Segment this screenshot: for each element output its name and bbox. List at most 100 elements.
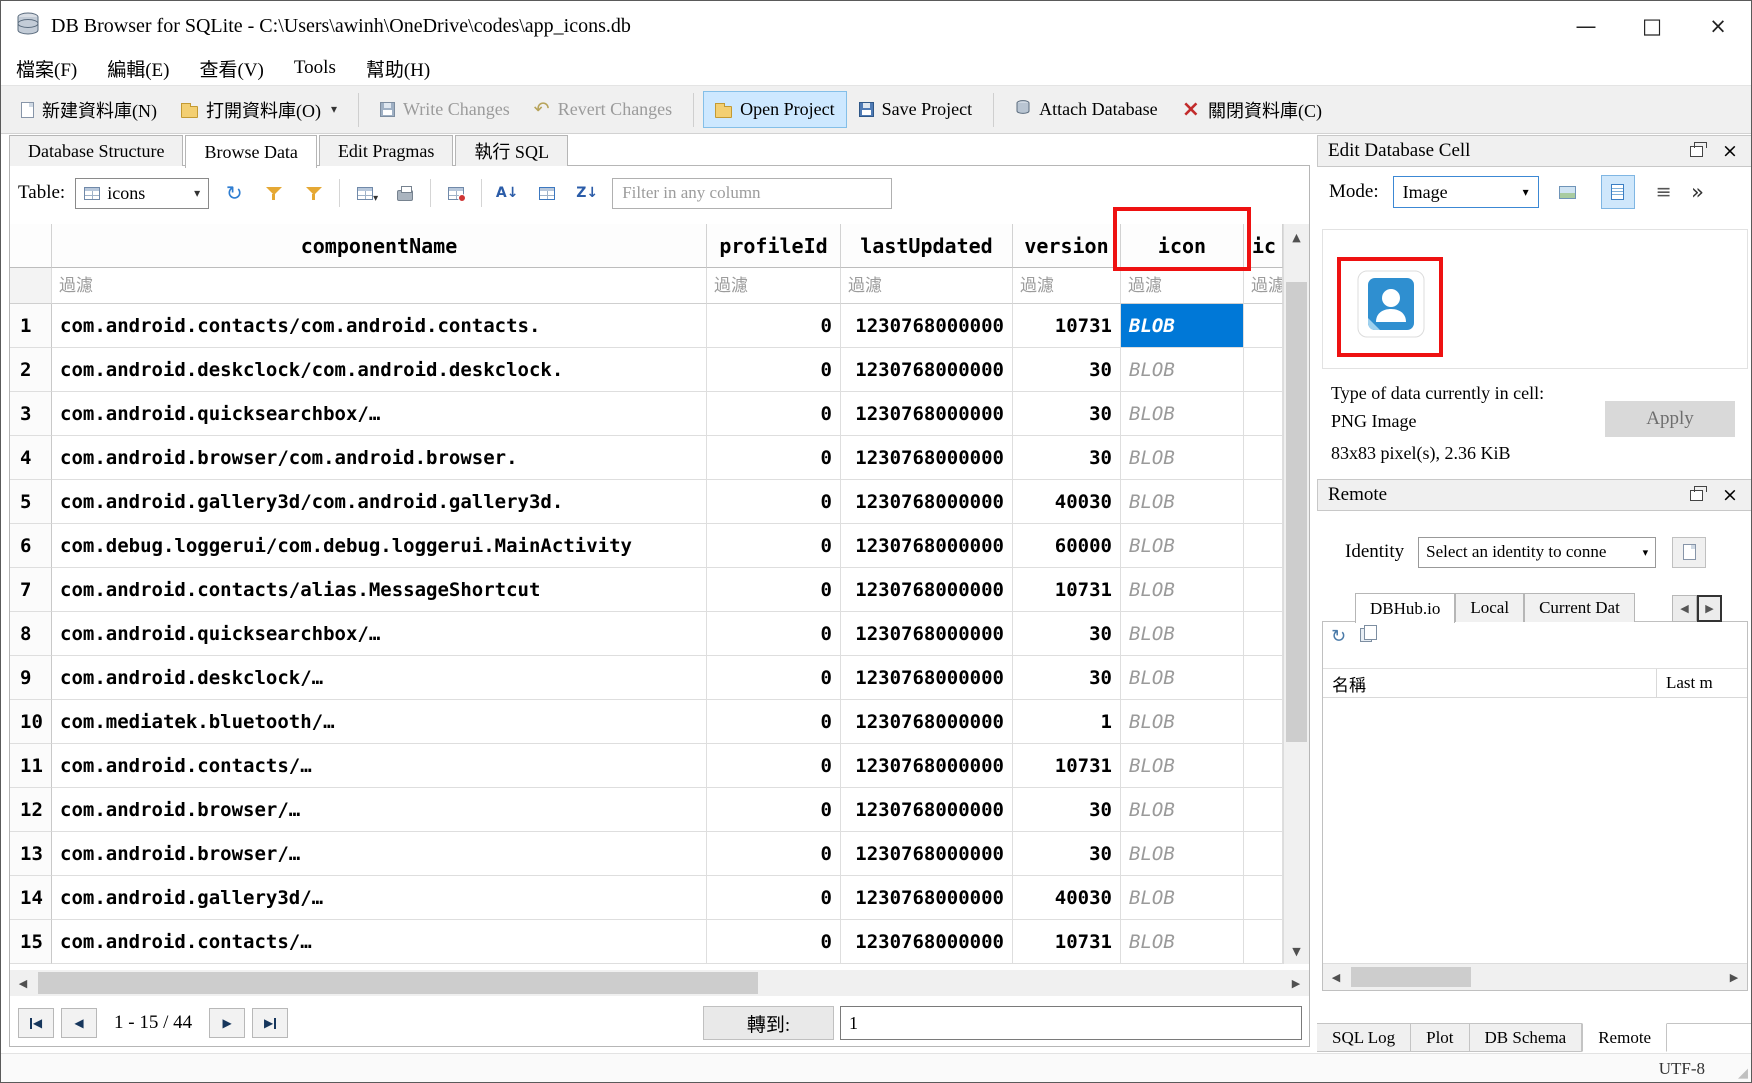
table-row[interactable]: 8com.android.quicksearchbox/…01230768000… [10, 612, 1309, 656]
tab-remote[interactable]: Remote [1582, 1023, 1667, 1052]
cell-lastUpdated[interactable]: 1230768000000 [841, 392, 1013, 436]
save-project-button[interactable]: Save Project [847, 91, 984, 128]
first-record-button[interactable]: ◀ [18, 1008, 54, 1038]
identity-select[interactable]: Select an identity to conne ▾ [1418, 537, 1656, 568]
table-row[interactable]: 7com.android.contacts/alias.MessageShort… [10, 568, 1309, 612]
row-number[interactable]: 7 [10, 568, 52, 612]
cell-componentName[interactable]: com.android.contacts/… [52, 744, 707, 788]
column-header-version[interactable]: version [1013, 224, 1121, 268]
table-row[interactable]: 6com.debug.loggerui/com.debug.loggerui.M… [10, 524, 1309, 568]
close-button[interactable]: × [1685, 1, 1751, 51]
write-changes-button[interactable]: Write Changes [368, 91, 522, 128]
cell-icon[interactable]: BLOB [1121, 876, 1244, 920]
cell-profileId[interactable]: 0 [707, 832, 841, 876]
goto-record-input[interactable] [840, 1006, 1302, 1040]
cell-lastUpdated[interactable]: 1230768000000 [841, 480, 1013, 524]
text-view-button[interactable] [1601, 175, 1635, 209]
apply-button[interactable]: Apply [1605, 401, 1735, 437]
cell-version[interactable]: 60000 [1013, 524, 1121, 568]
tab-browse-data[interactable]: Browse Data [185, 135, 316, 168]
next-record-button[interactable]: ▶ [209, 1008, 245, 1038]
chevron-down-icon[interactable]: ▾ [331, 102, 337, 117]
cell-version[interactable]: 30 [1013, 392, 1121, 436]
menu-edit[interactable]: 編輯(E) [92, 51, 184, 85]
row-number[interactable]: 5 [10, 480, 52, 524]
last-record-button[interactable]: ▶ [252, 1008, 288, 1038]
table-row[interactable]: 1com.android.contacts/com.android.contac… [10, 304, 1309, 348]
cell-partial[interactable] [1244, 700, 1283, 744]
row-number[interactable]: 4 [10, 436, 52, 480]
remote-scrollbar-thumb[interactable] [1351, 967, 1471, 987]
cell-profileId[interactable]: 0 [707, 656, 841, 700]
cell-profileId[interactable]: 0 [707, 876, 841, 920]
column-header-icon[interactable]: icon [1121, 224, 1244, 268]
cell-partial[interactable] [1244, 304, 1283, 348]
cell-lastUpdated[interactable]: 1230768000000 [841, 700, 1013, 744]
cell-icon[interactable]: BLOB [1121, 788, 1244, 832]
cell-version[interactable]: 30 [1013, 612, 1121, 656]
cell-partial[interactable] [1244, 392, 1283, 436]
attach-database-button[interactable]: Attach Database [1003, 91, 1169, 128]
resize-grip-icon[interactable]: ◢ [1738, 1066, 1748, 1081]
scroll-up-icon[interactable]: ▲ [1284, 224, 1309, 250]
cell-lastUpdated[interactable]: 1230768000000 [841, 304, 1013, 348]
global-filter-input[interactable] [612, 178, 892, 209]
delete-record-button[interactable] [441, 178, 471, 208]
close-panel-button[interactable]: × [1718, 139, 1742, 163]
row-number[interactable]: 2 [10, 348, 52, 392]
goto-record-button[interactable]: 轉到: [703, 1006, 834, 1040]
tab-edit-pragmas[interactable]: Edit Pragmas [319, 135, 454, 166]
word-wrap-button[interactable]: ≡ [1647, 175, 1681, 209]
cell-version[interactable]: 10731 [1013, 304, 1121, 348]
cell-lastUpdated[interactable]: 1230768000000 [841, 920, 1013, 964]
menu-help[interactable]: 幫助(H) [351, 51, 445, 85]
cell-icon[interactable]: BLOB [1121, 304, 1244, 348]
table-row[interactable]: 10com.mediatek.bluetooth/…01230768000000… [10, 700, 1309, 744]
cell-icon[interactable]: BLOB [1121, 524, 1244, 568]
row-number[interactable]: 6 [10, 524, 52, 568]
undock-panel-button[interactable] [1684, 139, 1708, 163]
cell-profileId[interactable]: 0 [707, 568, 841, 612]
cell-profileId[interactable]: 0 [707, 304, 841, 348]
column-header-profileId[interactable]: profileId [707, 224, 841, 268]
cell-componentName[interactable]: com.android.deskclock/… [52, 656, 707, 700]
cell-lastUpdated[interactable]: 1230768000000 [841, 348, 1013, 392]
menu-file[interactable]: 檔案(F) [1, 51, 92, 85]
filter-input-lastUpdated[interactable] [841, 268, 1012, 303]
cell-partial[interactable] [1244, 480, 1283, 524]
more-tools-button[interactable]: » [1681, 175, 1715, 209]
cell-profileId[interactable]: 0 [707, 700, 841, 744]
remote-horizontal-scrollbar[interactable]: ◀ ▶ [1323, 963, 1747, 990]
open-project-button[interactable]: Open Project [703, 91, 846, 128]
cell-partial[interactable] [1244, 436, 1283, 480]
close-database-button[interactable]: × 關閉資料庫(C) [1170, 89, 1334, 131]
cell-profileId[interactable]: 0 [707, 348, 841, 392]
table-row[interactable]: 13com.android.browser/…0123076800000030B… [10, 832, 1309, 876]
cell-lastUpdated[interactable]: 1230768000000 [841, 524, 1013, 568]
undock-panel-button[interactable] [1684, 483, 1708, 507]
horizontal-scrollbar[interactable]: ◀ ▶ [10, 970, 1309, 996]
cell-icon[interactable]: BLOB [1121, 744, 1244, 788]
cell-icon[interactable]: BLOB [1121, 700, 1244, 744]
filter-input-version[interactable] [1013, 268, 1120, 303]
tab-plot[interactable]: Plot [1411, 1024, 1469, 1052]
table-row[interactable]: 15com.android.contacts/…0123076800000010… [10, 920, 1309, 964]
table-row[interactable]: 3com.android.quicksearchbox/…01230768000… [10, 392, 1309, 436]
cell-lastUpdated[interactable]: 1230768000000 [841, 876, 1013, 920]
row-number[interactable]: 14 [10, 876, 52, 920]
row-number[interactable]: 1 [10, 304, 52, 348]
cell-version[interactable]: 10731 [1013, 744, 1121, 788]
cell-icon[interactable]: BLOB [1121, 348, 1244, 392]
sort-descending-button[interactable]: Z↓ [572, 178, 602, 208]
cell-lastUpdated[interactable]: 1230768000000 [841, 744, 1013, 788]
cell-partial[interactable] [1244, 524, 1283, 568]
cell-profileId[interactable]: 0 [707, 524, 841, 568]
column-header-last-modified[interactable]: Last m [1657, 669, 1747, 697]
import-data-button[interactable] [1551, 175, 1585, 209]
cell-lastUpdated[interactable]: 1230768000000 [841, 568, 1013, 612]
scroll-left-icon[interactable]: ◀ [10, 970, 36, 996]
filter-input-partial[interactable] [1244, 268, 1282, 303]
filter-input-componentName[interactable] [52, 268, 706, 303]
print-button[interactable] [390, 178, 420, 208]
row-number[interactable]: 11 [10, 744, 52, 788]
